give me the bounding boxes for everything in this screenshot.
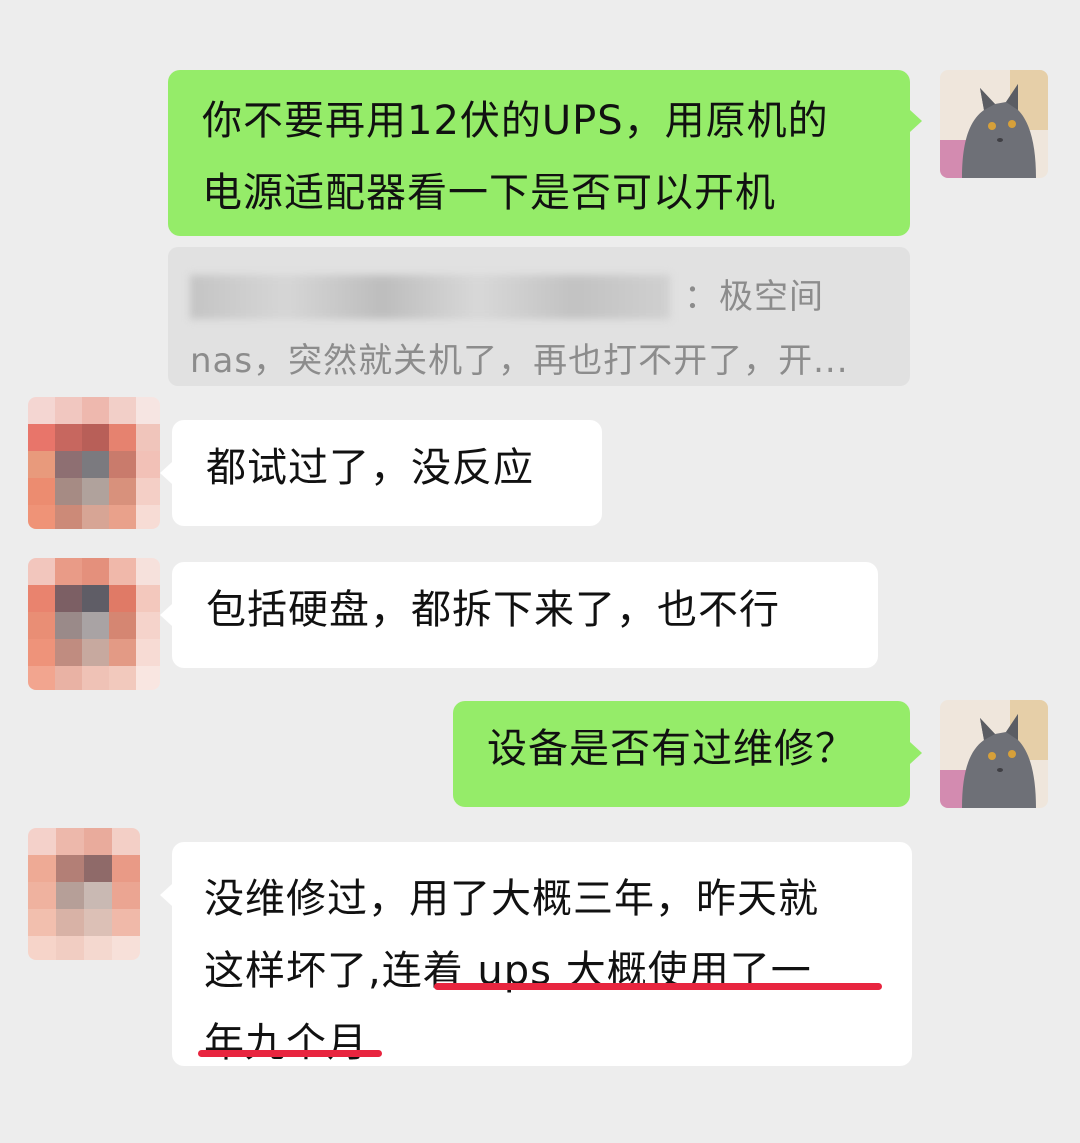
- message-text: 设备是否有过维修？: [487, 726, 856, 772]
- self-avatar[interactable]: [940, 700, 1048, 808]
- peer-avatar[interactable]: [28, 828, 140, 960]
- peer-avatar[interactable]: [28, 558, 160, 690]
- message-text-line: 电源适配器看一下是否可以开机: [202, 170, 776, 216]
- message-bubble-received[interactable]: 没维修过，用了大概三年，昨天就 这样坏了,连着 ups 大概使用了一 年九个月: [172, 842, 912, 1066]
- message-text-line: 没维修过，用了大概三年，昨天就: [204, 876, 819, 922]
- message-text: 包括硬盘，都拆下来了，也不行: [206, 587, 780, 633]
- message-bubble-sent[interactable]: 设备是否有过维修？: [453, 701, 910, 807]
- pixelated-avatar-icon: [28, 397, 160, 529]
- redacted-sender-name: [190, 275, 670, 319]
- bubble-tail: [160, 462, 172, 484]
- gray-cat-icon: [940, 70, 1048, 178]
- bubble-tail: [160, 604, 172, 626]
- red-underline-annotation: [198, 1050, 382, 1057]
- bubble-tail: [910, 742, 922, 764]
- message-text-line: 这样坏了,连着 ups 大概使用了一: [204, 940, 880, 1012]
- self-avatar[interactable]: [940, 70, 1048, 178]
- message-text-part: 这样坏了,: [204, 948, 382, 994]
- gray-cat-icon: [940, 700, 1048, 808]
- bubble-tail: [910, 110, 922, 132]
- quote-text: nas，突然就关机了，再也打不开了，开...: [190, 341, 849, 381]
- pixelated-avatar-icon: [28, 558, 160, 690]
- message-bubble-sent[interactable]: 你不要再用12伏的UPS，用原机的 电源适配器看一下是否可以开机: [168, 70, 910, 236]
- bubble-tail: [160, 884, 172, 906]
- quoted-message[interactable]: ：极空间 nas，突然就关机了，再也打不开了，开...: [168, 247, 910, 386]
- message-bubble-received[interactable]: 包括硬盘，都拆下来了，也不行: [172, 562, 878, 668]
- pixelated-avatar-icon: [28, 828, 140, 960]
- message-text: 都试过了，没反应: [206, 445, 534, 491]
- message-bubble-received[interactable]: 都试过了，没反应: [172, 420, 602, 526]
- red-underline-annotation: [434, 983, 882, 990]
- quote-suffix: ：极空间: [684, 277, 824, 317]
- highlighted-text: 年九个月: [204, 1020, 368, 1066]
- message-text-line: 你不要再用12伏的UPS，用原机的: [202, 98, 829, 144]
- peer-avatar[interactable]: [28, 397, 160, 529]
